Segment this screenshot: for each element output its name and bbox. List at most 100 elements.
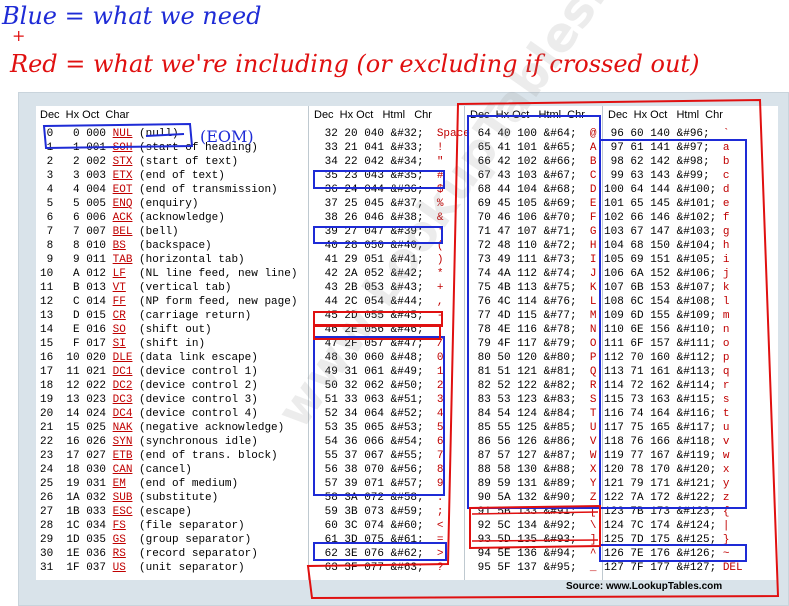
char-glyph: d — [722, 184, 730, 196]
table-row: 1 1 001 SOH (start of heading) — [40, 141, 258, 155]
code-values: 4 4 004 — [40, 184, 113, 196]
table-row: 32 20 040 &#32; Space — [318, 127, 470, 141]
table-row: 120 78 170 &#120; x — [604, 463, 729, 477]
char-glyph: m — [722, 310, 730, 322]
table-row: 35 23 043 &#35; # — [318, 169, 444, 183]
table-row: 19 13 023 DC3 (device control 3) — [40, 393, 258, 407]
table-row: 125 7D 175 &#125; } — [604, 533, 729, 547]
code-values: 111 6F 157 &#111; — [604, 338, 723, 350]
char-description: (substitute) — [132, 492, 219, 504]
char-glyph: t — [722, 408, 730, 420]
char-description: (device control 2) — [132, 380, 258, 392]
char-abbrev: FF — [112, 296, 126, 308]
code-values: 2 2 002 — [40, 156, 113, 168]
code-values: 92 5C 134 &#92; — [471, 520, 590, 532]
code-values: 1 1 001 — [40, 142, 113, 154]
char-glyph: E — [589, 198, 597, 210]
table-row: 52 34 064 &#52; 4 — [318, 407, 444, 421]
code-values: 40 28 050 &#40; — [318, 240, 437, 252]
code-values: 30 1E 036 — [40, 548, 113, 560]
table-row: 56 38 070 &#56; 8 — [318, 463, 444, 477]
table-row: 58 3A 072 &#58; : — [318, 491, 444, 505]
code-values: 37 25 045 &#37; — [318, 198, 437, 210]
char-description: (enquiry) — [132, 198, 199, 210]
table-row: 48 30 060 &#48; 0 — [318, 351, 444, 365]
char-description: (cancel) — [132, 464, 192, 476]
table-row: 54 36 066 &#54; 6 — [318, 435, 444, 449]
code-values: 19 13 023 — [40, 394, 113, 406]
table-row: 98 62 142 &#98; b — [604, 155, 730, 169]
char-glyph: K — [589, 282, 597, 294]
table-row: 66 42 102 &#66; B — [471, 155, 597, 169]
code-values: 83 53 123 &#83; — [471, 394, 590, 406]
table-row: 97 61 141 &#97; a — [604, 141, 730, 155]
table-row: 7 7 007 BEL (bell) — [40, 225, 179, 239]
char-abbrev: NAK — [112, 422, 133, 434]
char-glyph: ! — [436, 142, 444, 154]
code-values: 61 3D 075 &#61; — [318, 534, 437, 546]
char-glyph: Space — [436, 128, 470, 140]
char-glyph: @ — [589, 128, 597, 140]
table-row: 62 3E 076 &#62; > — [318, 547, 444, 561]
table-row: 86 56 126 &#86; V — [471, 435, 597, 449]
table-row: 29 1D 035 GS (group separator) — [40, 533, 251, 547]
table-row: 116 74 164 &#116; t — [604, 407, 729, 421]
table-row: 78 4E 116 &#78; N — [471, 323, 597, 337]
char-abbrev: ESC — [112, 506, 133, 518]
char-description: (device control 4) — [132, 408, 258, 420]
char-glyph: I — [589, 254, 597, 266]
table-row: 127 7F 177 &#127; DEL — [604, 561, 743, 575]
code-values: 118 76 166 &#118; — [604, 436, 723, 448]
char-glyph: , — [436, 296, 444, 308]
char-glyph: C — [589, 170, 597, 182]
table-row: 27 1B 033 ESC (escape) — [40, 505, 192, 519]
code-values: 13 D 015 — [40, 310, 113, 322]
char-abbrev: CAN — [112, 464, 133, 476]
code-values: 119 77 167 &#119; — [604, 450, 723, 462]
code-values: 49 31 061 &#49; — [318, 366, 437, 378]
char-glyph: | — [722, 520, 730, 532]
char-description: (negative acknowledge) — [132, 422, 285, 434]
char-glyph: R — [589, 380, 597, 392]
table-row: 16 10 020 DLE (data link escape) — [40, 351, 258, 365]
table-row: 44 2C 054 &#44; , — [318, 295, 444, 309]
table-row: 24 18 030 CAN (cancel) — [40, 463, 192, 477]
table-row: 31 1F 037 US (unit separator) — [40, 561, 245, 575]
code-values: 74 4A 112 &#74; — [471, 268, 590, 280]
char-glyph: h — [722, 240, 730, 252]
code-values: 0 0 000 — [40, 128, 113, 140]
char-glyph: 5 — [436, 422, 444, 434]
table-row: 45 2D 055 &#45; - — [318, 309, 444, 323]
table-row: 10 A 012 LF (NL line feed, new line) — [40, 267, 297, 281]
char-glyph: 8 — [436, 464, 444, 476]
char-glyph: 9 — [436, 478, 444, 490]
code-values: 64 40 100 &#64; — [471, 128, 590, 140]
code-values: 95 5F 137 &#95; — [471, 562, 590, 574]
table-row: 110 6E 156 &#110; n — [604, 323, 729, 337]
char-glyph: . — [436, 324, 444, 336]
code-values: 28 1C 034 — [40, 520, 113, 532]
code-values: 24 18 030 — [40, 464, 113, 476]
code-values: 35 23 043 &#35; — [318, 170, 437, 182]
code-values: 93 5D 135 &#93; — [471, 534, 590, 546]
code-values: 47 2F 057 &#47; — [318, 338, 437, 350]
char-description: (null) — [132, 128, 179, 140]
char-glyph: c — [722, 170, 730, 182]
char-glyph: n — [722, 324, 730, 336]
char-glyph: * — [436, 268, 444, 280]
char-glyph: N — [589, 324, 597, 336]
char-description: (device control 1) — [132, 366, 258, 378]
table-row: 71 47 107 &#71; G — [471, 225, 597, 239]
char-glyph: l — [722, 296, 730, 308]
char-glyph: } — [722, 534, 730, 546]
char-description: (horizontal tab) — [132, 254, 245, 266]
table-row: 112 70 160 &#112; p — [604, 351, 729, 365]
code-values: 123 7B 173 &#123; — [604, 506, 723, 518]
table-row: 30 1E 036 RS (record separator) — [40, 547, 258, 561]
table-row: 37 25 045 &#37; % — [318, 197, 444, 211]
char-glyph: s — [722, 394, 730, 406]
code-values: 3 3 003 — [40, 170, 113, 182]
table-row: 122 7A 172 &#122; z — [604, 491, 729, 505]
code-values: 59 3B 073 &#59; — [318, 506, 437, 518]
char-abbrev: TAB — [112, 254, 133, 266]
